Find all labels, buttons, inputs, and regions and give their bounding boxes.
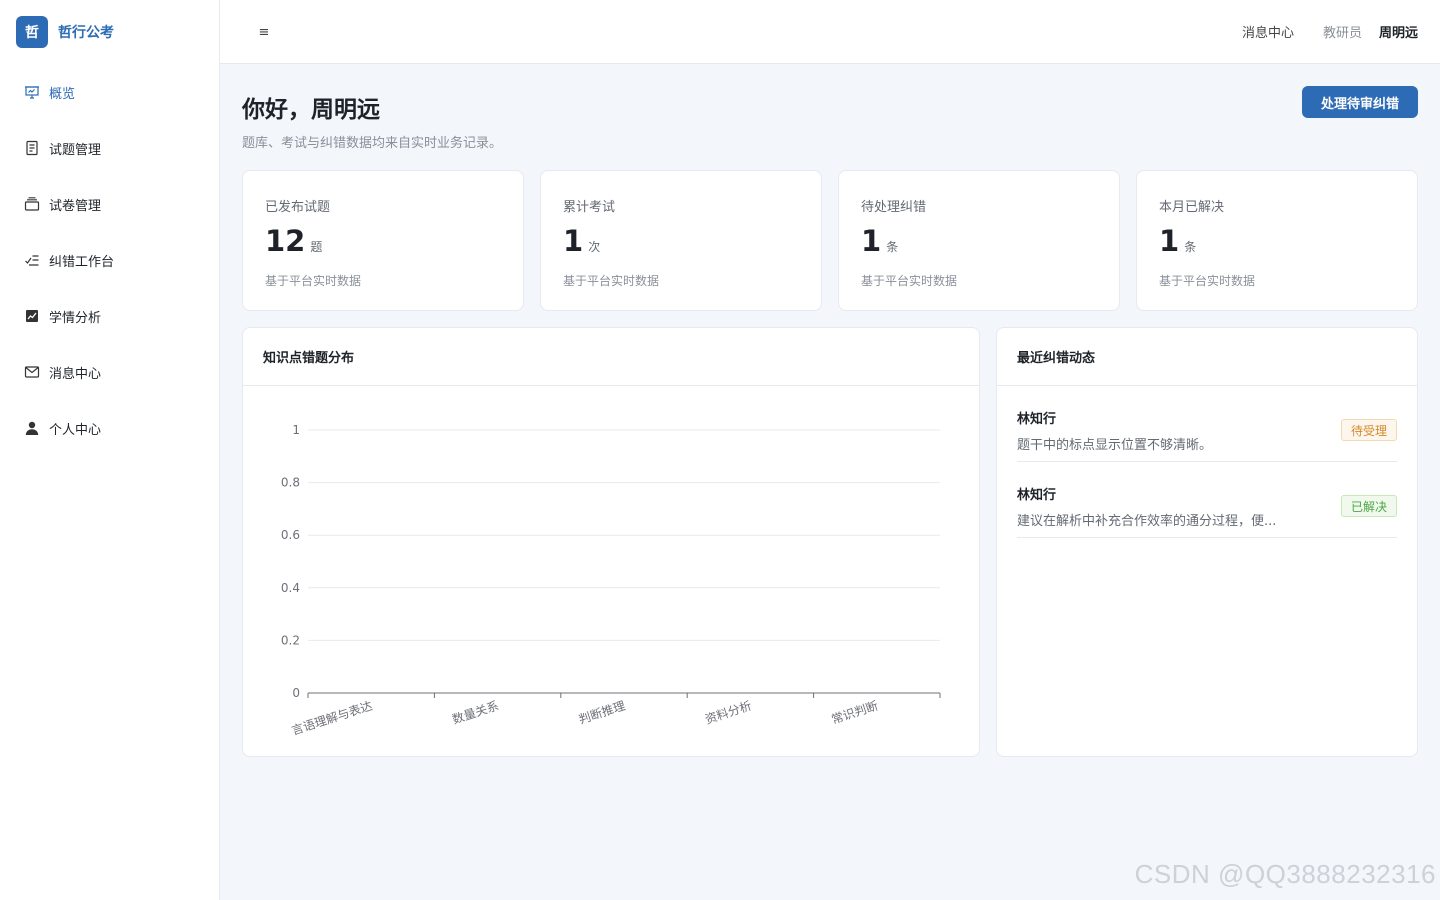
stack-icon <box>24 196 40 212</box>
knowledge-error-chart-panel: 知识点错题分布 0 0.2 0.4 0.6 0.8 1 言语理解与表达 数量关系 判断推理 资料分… <box>242 327 980 757</box>
sidebar-item-label: 消息中心 <box>49 366 102 382</box>
page-subtitle: 题库、考试与纠错数据均来自实时业务记录。 <box>242 136 503 151</box>
presentation-icon <box>24 84 40 100</box>
y-tick-label: 0.2 <box>281 633 300 647</box>
sidebar-item-messages[interactable]: 消息中心 <box>0 344 219 400</box>
activity-author: 林知行 <box>1017 488 1057 503</box>
recent-corrections-panel: 最近纠错动态 林知行 题干中的标点显示位置不够清晰。 待受理 林知行 建议在解析… <box>996 327 1418 757</box>
activity-list: 林知行 题干中的标点显示位置不够清晰。 待受理 林知行 建议在解析中补充合作效率… <box>997 386 1417 538</box>
error-distribution-chart: 0 0.2 0.4 0.6 0.8 1 言语理解与表达 数量关系 判断推理 资料分析 常识判断 <box>281 423 941 738</box>
sidebar-item-label: 概览 <box>49 86 76 102</box>
sidebar-item-analytics[interactable]: 学情分析 <box>0 288 219 344</box>
chart-icon <box>24 308 40 324</box>
user-name[interactable]: 周明远 <box>1379 22 1418 41</box>
sidebar-item-label: 个人中心 <box>49 422 102 438</box>
sidebar-item-label: 纠错工作台 <box>49 254 115 270</box>
stat-value: 1 <box>861 224 882 258</box>
sidebar-item-questions[interactable]: 试题管理 <box>0 120 219 176</box>
stat-value: 1 <box>1159 224 1180 258</box>
status-badge: 已解决 <box>1340 495 1397 517</box>
sidebar-item-overview[interactable]: 概览 <box>0 64 219 120</box>
sidebar: 哲 哲行公考 概览 试题管理 试卷管理 纠错工作台 学情分析 消息中心 个人中心 <box>0 0 220 900</box>
menu-toggle-icon[interactable]: ≡ <box>256 24 272 40</box>
page-title: 你好，周明远 <box>242 97 380 123</box>
stat-card-pending: 待处理纠错 1 条 基于平台实时数据 <box>838 170 1120 311</box>
stat-note: 基于平台实时数据 <box>1159 274 1256 288</box>
stat-unit: 条 <box>1184 240 1197 254</box>
brand-logo: 哲 <box>16 16 48 48</box>
user-icon <box>24 420 40 436</box>
sidebar-item-label: 试题管理 <box>49 142 102 158</box>
status-badge: 待受理 <box>1340 419 1397 441</box>
sidebar-item-label: 学情分析 <box>49 310 102 326</box>
stat-unit: 条 <box>886 240 899 254</box>
x-tick-label: 数量关系 <box>450 698 500 727</box>
stat-label: 累计考试 <box>563 200 616 215</box>
y-tick-label: 1 <box>292 423 300 437</box>
x-tick-label: 资料分析 <box>703 699 753 727</box>
checklist-icon <box>24 252 40 268</box>
watermark: CSDN @QQ3888232316 <box>1134 859 1436 889</box>
stat-label: 本月已解决 <box>1159 200 1225 215</box>
document-icon <box>24 140 40 156</box>
sidebar-nav: 概览 试题管理 试卷管理 纠错工作台 学情分析 消息中心 个人中心 <box>0 64 219 456</box>
y-tick-label: 0 <box>292 686 300 700</box>
user-role: 教研员 <box>1322 26 1362 41</box>
activity-author: 林知行 <box>1017 412 1057 427</box>
list-item[interactable]: 林知行 建议在解析中补充合作效率的通分过程，便... 已解决 <box>1017 462 1397 538</box>
process-corrections-button[interactable]: 处理待审纠错 <box>1302 86 1418 118</box>
stat-value: 12 <box>265 224 306 258</box>
panel-title: 最近纠错动态 <box>997 328 1417 386</box>
y-tick-label: 0.6 <box>281 528 300 542</box>
stat-note: 基于平台实时数据 <box>861 274 958 288</box>
sidebar-item-label: 试卷管理 <box>49 198 102 214</box>
stat-unit: 题 <box>310 240 323 254</box>
y-tick-label: 0.8 <box>281 476 300 490</box>
mail-icon <box>24 364 40 380</box>
brand[interactable]: 哲 哲行公考 <box>0 0 219 64</box>
stat-unit: 次 <box>588 240 601 254</box>
list-item[interactable]: 林知行 题干中的标点显示位置不够清晰。 待受理 <box>1017 386 1397 462</box>
x-tick-label: 判断推理 <box>577 698 627 727</box>
stat-note: 基于平台实时数据 <box>265 274 362 288</box>
sidebar-item-corrections[interactable]: 纠错工作台 <box>0 232 219 288</box>
stat-label: 已发布试题 <box>265 200 331 215</box>
topbar-messages-link[interactable]: 消息中心 <box>1242 22 1294 41</box>
activity-text: 建议在解析中补充合作效率的通分过程，便... <box>1017 514 1277 529</box>
topbar: ≡ 消息中心 教研员 周明远 <box>220 0 1440 64</box>
sidebar-item-profile[interactable]: 个人中心 <box>0 400 219 456</box>
stat-label: 待处理纠错 <box>861 200 927 215</box>
activity-text: 题干中的标点显示位置不够清晰。 <box>1017 438 1213 453</box>
stat-value: 1 <box>563 224 584 258</box>
stat-card-resolved: 本月已解决 1 条 基于平台实时数据 <box>1136 170 1418 311</box>
panel-title: 知识点错题分布 <box>243 328 979 386</box>
sidebar-item-papers[interactable]: 试卷管理 <box>0 176 219 232</box>
stat-note: 基于平台实时数据 <box>563 274 660 288</box>
brand-name: 哲行公考 <box>58 25 114 41</box>
y-tick-label: 0.4 <box>281 581 300 595</box>
x-tick-label: 言语理解与表达 <box>290 699 374 738</box>
stat-card-exams: 累计考试 1 次 基于平台实时数据 <box>540 170 822 311</box>
stat-card-published: 已发布试题 12 题 基于平台实时数据 <box>242 170 524 311</box>
x-tick-label: 常识判断 <box>829 698 879 727</box>
